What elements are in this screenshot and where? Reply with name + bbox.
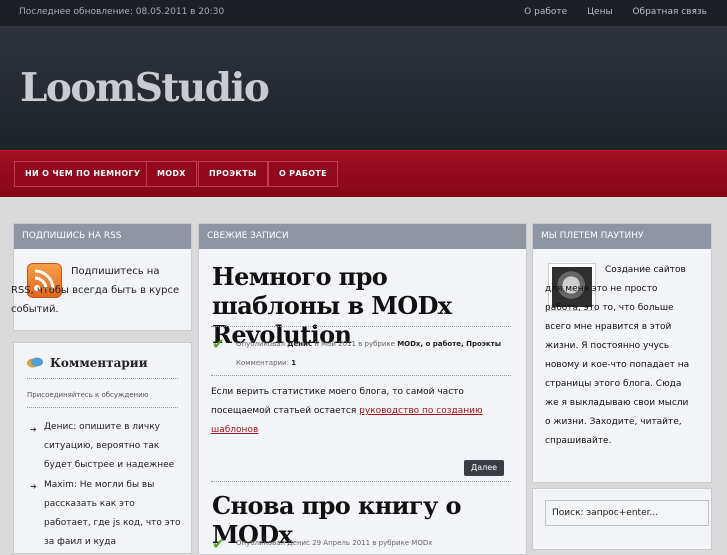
main-navigation: НИ О ЧЕМ ПО НЕМНОГУ MODX ПРОЭКТЫ О РАБОТ… [0,150,727,197]
site-logo[interactable]: LoomStudio [20,65,270,111]
nav-item-about[interactable]: О РАБОТЕ [268,161,338,187]
top-bar: Последнее обновление: 08.05.2011 в 20:30… [0,0,727,27]
divider [211,375,511,376]
about-text: Создание сайтов для меня это не просто р… [545,265,690,446]
nav-item-misc[interactable]: НИ О ЧЕМ ПО НЕМНОГУ [14,161,152,187]
post-author-link[interactable]: Денис [287,340,312,348]
recent-posts-title: СВЕЖИЕ ЗАПИСИ [199,224,526,249]
divider [211,481,511,482]
divider [27,378,178,379]
post-excerpt: Если верить статистике моего блога, то с… [211,387,483,435]
comments-title: Комментарии [50,356,148,370]
top-links: О работе Цены Обратная связь [507,7,707,17]
post-comments-count[interactable]: 1 [291,359,296,367]
rss-panel-title: ПОДПИШИСЬ НА RSS [14,224,191,249]
post-categories[interactable]: MODx, о работе, Проэкты [397,340,501,348]
search-input[interactable]: Поиск: запрос+enter... [545,500,709,526]
arrow-right-icon: ➔ [30,425,37,434]
top-link-about[interactable]: О работе [524,7,567,17]
read-more-button[interactable]: Далее [464,460,504,476]
speech-bubble-icon [27,357,43,368]
post-meta: Опубликовал Денис 29 Апрель 2011 в рубри… [236,539,433,547]
last-updated-text: Последнее обновление: 08.05.2011 в 20:30 [19,7,225,17]
about-panel-title: МЫ ПЛЕТЕМ ПАУТИНУ [533,224,711,249]
checkmark-icon: ✔ [212,335,225,353]
checkmark-icon: ✔ [212,535,225,553]
rss-description: Подпишитесь на RSS, чтобы всегда быть в … [11,266,180,315]
post-meta: Опубликовал Денис 8 Май 2011 в рубрике M… [236,340,502,367]
comment-item[interactable]: Maxim: Не могли бы вы рассказать как это… [44,476,184,552]
site-header: LoomStudio [0,27,727,150]
top-link-prices[interactable]: Цены [587,7,613,17]
nav-item-modx[interactable]: MODX [146,161,197,187]
arrow-right-icon: ➔ [30,482,37,491]
divider [211,326,511,327]
divider [27,407,178,408]
nav-item-projects[interactable]: ПРОЭКТЫ [198,161,268,187]
top-link-feedback[interactable]: Обратная связь [632,7,707,17]
comment-item[interactable]: Денис: опишите в личку ситуацию, вероятн… [44,418,184,475]
comments-subtitle: Присоединяйтесь к обсуждению [27,391,149,399]
